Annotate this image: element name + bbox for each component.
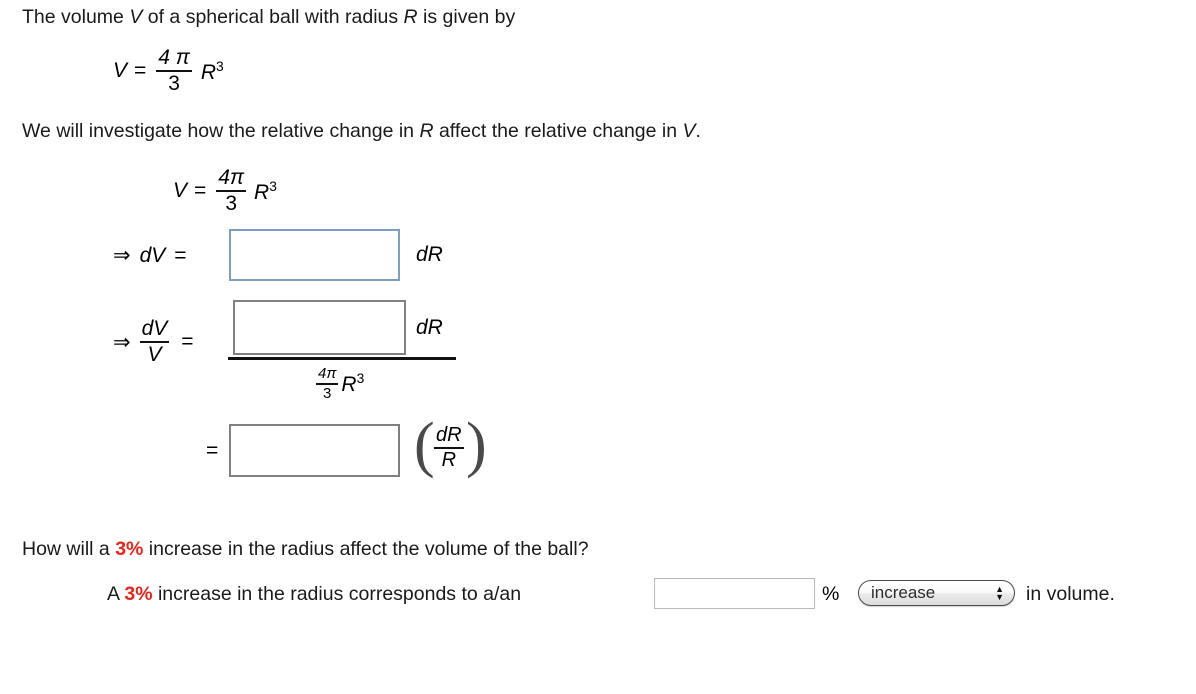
formula-top-denominator: 3 (168, 72, 180, 96)
intro-text-3: is given by (417, 6, 516, 28)
question-text-2: increase in the radius affect the volume… (143, 538, 589, 560)
work3-lhs-fraction: dV V (139, 317, 170, 367)
question-percent-highlight: 3% (115, 538, 144, 560)
answer-sentence: A 3% increase in the radius corresponds … (107, 582, 521, 606)
implies-arrow-icon: ⇒ (113, 330, 131, 354)
work2-trailing-dr: dR (416, 243, 443, 267)
work-line-3-lhs: ⇒ dV V = (113, 317, 201, 367)
intro-var-v: V (129, 6, 143, 28)
formula-top-numerator: 4 π (158, 46, 190, 69)
formula-top-equals: = (134, 59, 147, 83)
work2-dr-label: dR (416, 243, 443, 266)
work3-den-numerator: 4π (318, 365, 337, 382)
work3-frac-numerator: dV (141, 317, 168, 340)
investigate-var-r: R (419, 120, 434, 142)
work1-fraction: 4π 3 (216, 166, 247, 216)
work-line-2-lhs: ⇒ dV = (113, 243, 194, 268)
answer-percent-highlight: 3% (124, 583, 153, 605)
work1-lhs: V (173, 179, 188, 203)
direction-select-value: increase (871, 583, 936, 602)
work1-denominator: 3 (225, 192, 237, 216)
work4-dr-over-r: dR R (431, 425, 467, 471)
formula-top: V = 4 π 3 R3 (113, 46, 224, 96)
percent-symbol-label: % (822, 583, 840, 605)
work3-denominator-expression: 4π 3 R3 (313, 366, 364, 402)
work1-variable: R (254, 180, 270, 204)
percent-answer-input[interactable] (654, 578, 815, 609)
work2-equals: = (174, 243, 187, 267)
work3-main-fraction-bar (228, 357, 456, 360)
investigate-var-v: V (682, 120, 696, 142)
work3-frac-denominator: V (147, 343, 162, 367)
work3-dr-label: dR (416, 316, 443, 339)
question-text-1: How will a (22, 538, 116, 560)
work4-frac-numerator: dR (436, 424, 462, 446)
work3-den-exponent: 3 (356, 370, 365, 387)
work3-equals: = (181, 330, 194, 354)
question-sentence: How will a 3% increase in the radius aff… (22, 537, 589, 561)
relative-change-coefficient-input[interactable] (229, 424, 400, 477)
answer-text-2: increase in the radius corresponds to a/… (152, 583, 522, 605)
work1-numerator: 4π (218, 166, 245, 189)
intro-sentence: The volume V of a spherical ball with ra… (22, 5, 515, 29)
formula-top-variable: R (200, 60, 217, 84)
work3-trailing-dr: dR (416, 316, 443, 340)
work-line-1: V = 4π 3 R3 (173, 166, 277, 216)
answer-text-1: A (107, 583, 125, 605)
chevron-down-icon: ▼ (995, 592, 1004, 602)
work3-den-variable: R (341, 373, 357, 397)
work3-den-denominator: 3 (323, 384, 332, 402)
direction-select[interactable]: increase ▲ ▼ (858, 580, 1015, 606)
dv-answer-input[interactable] (229, 229, 400, 281)
intro-var-r: R (403, 6, 418, 28)
work1-equals: = (194, 179, 207, 203)
paren-close: ) (466, 411, 487, 479)
formula-top-fraction: 4 π 3 (156, 46, 192, 96)
work3-den-fraction: 4π 3 (316, 365, 339, 402)
investigate-text-1: We will investigate how the relative cha… (22, 120, 420, 142)
investigate-text-2: affect the relative change in (433, 120, 683, 142)
formula-top-lhs: V (113, 59, 128, 83)
work1-exponent: 3 (269, 177, 277, 194)
investigate-sentence: We will investigate how the relative cha… (22, 119, 701, 143)
stepper-arrows-icon: ▲ ▼ (995, 585, 1004, 602)
intro-text-1: The volume (22, 6, 130, 28)
work4-frac-denominator: R (441, 449, 457, 471)
work4-fraction: dR R (434, 425, 464, 471)
implies-arrow-icon: ⇒ (113, 244, 131, 267)
formula-top-exponent: 3 (216, 57, 224, 74)
work4-equals: = (206, 439, 219, 462)
investigate-text-3: . (695, 120, 701, 142)
intro-text-2: of a spherical ball with radius (142, 6, 404, 28)
work-line-4-lhs: = (199, 439, 225, 463)
work2-lhs: dV (139, 243, 166, 267)
dv-over-v-numerator-input[interactable] (233, 300, 406, 355)
answer-tail-text: in volume. (1026, 583, 1115, 605)
